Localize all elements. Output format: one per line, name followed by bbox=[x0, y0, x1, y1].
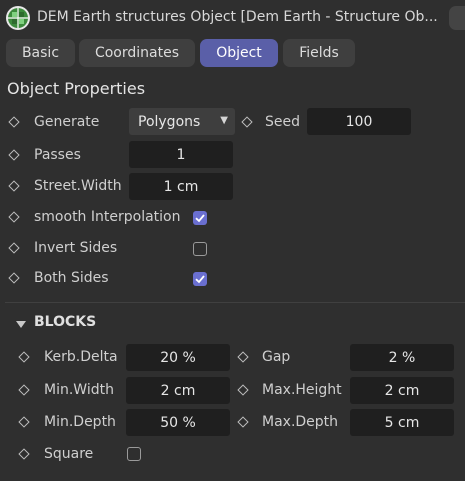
min-width-label: Min.Width bbox=[44, 382, 114, 398]
smooth-interpolation-keyframe-diamond-icon[interactable] bbox=[8, 211, 20, 223]
both-sides-label: Both Sides bbox=[34, 270, 109, 286]
square-keyframe-diamond-icon[interactable] bbox=[18, 448, 30, 460]
triangle-down-icon[interactable] bbox=[16, 318, 26, 328]
min-width-field[interactable]: 2 cm bbox=[126, 377, 230, 404]
max-height-field[interactable]: 2 cm bbox=[350, 377, 454, 404]
max-height-label: Max.Height bbox=[262, 382, 342, 398]
passes-field[interactable]: 1 bbox=[129, 141, 233, 168]
max-height-keyframe-diamond-icon[interactable] bbox=[237, 384, 249, 396]
kerb-delta-label: Kerb.Delta bbox=[44, 349, 118, 365]
min-depth-label: Min.Depth bbox=[44, 414, 116, 430]
section-title: Object Properties bbox=[7, 79, 146, 98]
tab-basic[interactable]: Basic bbox=[6, 39, 75, 67]
kerb-delta-field[interactable]: 20 % bbox=[126, 344, 230, 371]
invert-sides-checkbox[interactable] bbox=[193, 242, 207, 256]
min-depth-field[interactable]: 50 % bbox=[126, 409, 230, 436]
invert-sides-label: Invert Sides bbox=[34, 240, 118, 256]
divider bbox=[5, 302, 465, 303]
gap-label: Gap bbox=[262, 349, 291, 365]
street-width-keyframe-diamond-icon[interactable] bbox=[8, 180, 20, 192]
square-label: Square bbox=[44, 446, 94, 462]
invert-sides-keyframe-diamond-icon[interactable] bbox=[8, 242, 20, 254]
tab-coordinates[interactable]: Coordinates bbox=[79, 39, 195, 67]
title-bar: DEM Earth structures Object [Dem Earth -… bbox=[0, 0, 465, 36]
tab-fields[interactable]: Fields bbox=[283, 39, 355, 67]
generate-keyframe-diamond-icon[interactable] bbox=[8, 116, 20, 128]
max-depth-label: Max.Depth bbox=[262, 414, 339, 430]
title-menu-button[interactable] bbox=[449, 6, 465, 30]
generate-dropdown[interactable]: Polygons ▼ bbox=[129, 108, 235, 135]
generate-value: Polygons bbox=[138, 113, 201, 130]
passes-keyframe-diamond-icon[interactable] bbox=[8, 149, 20, 161]
checkmark-icon bbox=[195, 275, 205, 284]
smooth-interpolation-label: smooth Interpolation bbox=[34, 209, 181, 225]
generate-label: Generate bbox=[34, 114, 100, 130]
seed-label: Seed bbox=[265, 114, 300, 130]
street-width-label: Street.Width bbox=[34, 178, 122, 194]
smooth-interpolation-checkbox[interactable] bbox=[193, 211, 207, 225]
tab-object[interactable]: Object bbox=[200, 39, 278, 67]
blocks-group-title[interactable]: BLOCKS bbox=[34, 314, 96, 330]
both-sides-keyframe-diamond-icon[interactable] bbox=[8, 272, 20, 284]
square-checkbox[interactable] bbox=[127, 447, 141, 461]
passes-label: Passes bbox=[34, 147, 81, 163]
min-depth-keyframe-diamond-icon[interactable] bbox=[18, 416, 30, 428]
seed-field[interactable]: 100 bbox=[307, 108, 411, 135]
window-title: DEM Earth structures Object [Dem Earth -… bbox=[37, 9, 438, 25]
max-depth-keyframe-diamond-icon[interactable] bbox=[237, 416, 249, 428]
max-depth-field[interactable]: 5 cm bbox=[350, 409, 454, 436]
checkmark-icon bbox=[195, 214, 205, 223]
both-sides-checkbox[interactable] bbox=[193, 272, 207, 286]
gap-keyframe-diamond-icon[interactable] bbox=[237, 351, 249, 363]
gap-field[interactable]: 2 % bbox=[350, 344, 454, 371]
globe-grid-icon bbox=[5, 5, 31, 31]
caret-down-icon: ▼ bbox=[220, 115, 228, 126]
seed-keyframe-diamond-icon[interactable] bbox=[241, 116, 253, 128]
street-width-field[interactable]: 1 cm bbox=[129, 173, 233, 200]
kerb-delta-keyframe-diamond-icon[interactable] bbox=[18, 351, 30, 363]
tab-bar: Basic Coordinates Object Fields bbox=[0, 36, 465, 70]
min-width-keyframe-diamond-icon[interactable] bbox=[18, 384, 30, 396]
